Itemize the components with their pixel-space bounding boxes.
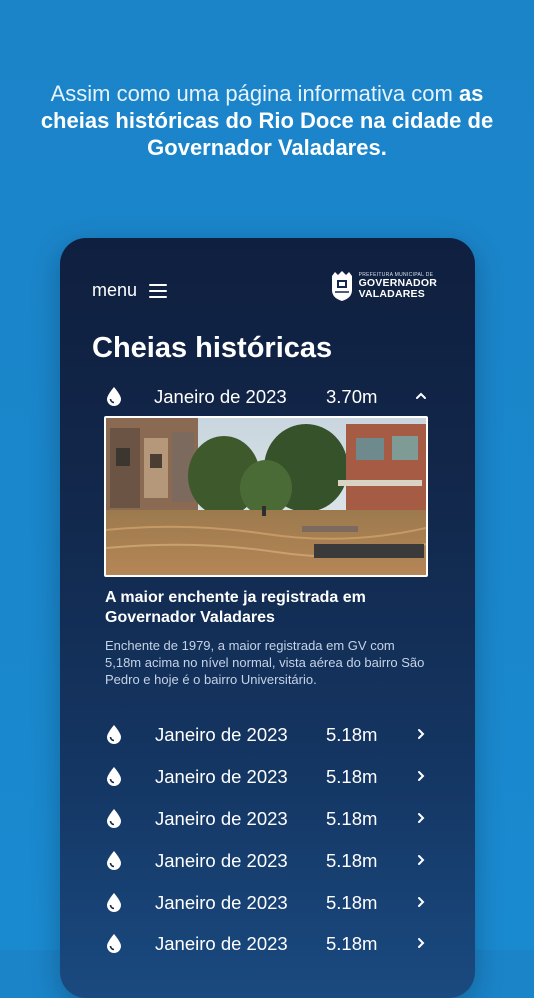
photo-description: Enchente de 1979, a maior registrada em …: [105, 638, 425, 687]
chevron-right-icon[interactable]: [414, 851, 428, 869]
flood-date: Janeiro de 2023: [155, 808, 288, 829]
flood-date: Janeiro de 2023: [155, 933, 288, 954]
photo-title: A maior enchente ja registrada em Govern…: [105, 589, 366, 626]
flood-photo: [104, 416, 428, 577]
flood-date: Janeiro de 2023: [155, 850, 288, 871]
water-drop-icon: [107, 934, 121, 953]
menu-label: menu: [92, 280, 138, 300]
hamburger-icon: [149, 283, 168, 298]
city-logo[interactable]: PREFEITURA MUNICIPAL DE GOVERNADOR VALAD…: [329, 270, 437, 302]
flood-row[interactable]: Janeiro de 2023 5.18m: [104, 719, 434, 749]
flood-row[interactable]: Janeiro de 2023 5.18m: [104, 887, 434, 917]
chevron-right-icon[interactable]: [414, 725, 428, 743]
water-drop-icon: [107, 387, 121, 406]
chevron-right-icon[interactable]: [414, 809, 428, 827]
chevron-right-icon[interactable]: [414, 893, 428, 911]
water-drop-icon: [107, 725, 121, 744]
water-drop-icon: [107, 851, 121, 870]
promo-headline: Assim como uma página informativa com as…: [40, 80, 494, 161]
flood-row[interactable]: Janeiro de 2023 5.18m: [104, 928, 434, 958]
water-drop-icon: [107, 893, 121, 912]
water-drop-icon: [107, 809, 121, 828]
app-screen: menu PREFEITURA MUNICIPAL DE GOVERNADOR …: [60, 238, 475, 998]
water-drop-icon: [107, 767, 121, 786]
headline-light-text: Assim como uma página informativa com: [50, 81, 459, 106]
flood-level: 5.18m: [326, 933, 378, 954]
flood-level: 5.18m: [326, 892, 378, 913]
app-header: menu PREFEITURA MUNICIPAL DE GOVERNADOR …: [92, 271, 437, 310]
logo-line-1: GOVERNADOR: [358, 277, 437, 289]
flood-level: 5.18m: [326, 808, 378, 829]
menu-button[interactable]: menu: [92, 280, 168, 301]
flood-level: 3.70m: [326, 386, 378, 407]
flood-row[interactable]: Janeiro de 2023 5.18m: [104, 761, 434, 791]
flood-date: Janeiro de 2023: [154, 386, 287, 407]
flood-row[interactable]: Janeiro de 2023 5.18m: [104, 845, 434, 875]
flood-date: Janeiro de 2023: [155, 724, 288, 745]
flood-date: Janeiro de 2023: [155, 892, 288, 913]
chevron-right-icon[interactable]: [414, 934, 428, 952]
page-title: Cheias históricas: [92, 332, 333, 364]
flood-level: 5.18m: [326, 724, 378, 745]
flood-level: 5.18m: [326, 850, 378, 871]
chevron-right-icon[interactable]: [414, 767, 428, 785]
flooded-street-image: [106, 418, 426, 575]
flood-level: 5.18m: [326, 766, 378, 787]
logo-line-2: VALADARES: [358, 287, 425, 300]
city-crest-icon: [331, 271, 352, 301]
flood-row[interactable]: Janeiro de 2023 5.18m: [104, 803, 434, 833]
chevron-up-icon[interactable]: [414, 387, 428, 405]
flood-row-expanded[interactable]: Janeiro de 2023 3.70m: [104, 381, 434, 411]
flood-date: Janeiro de 2023: [155, 766, 288, 787]
